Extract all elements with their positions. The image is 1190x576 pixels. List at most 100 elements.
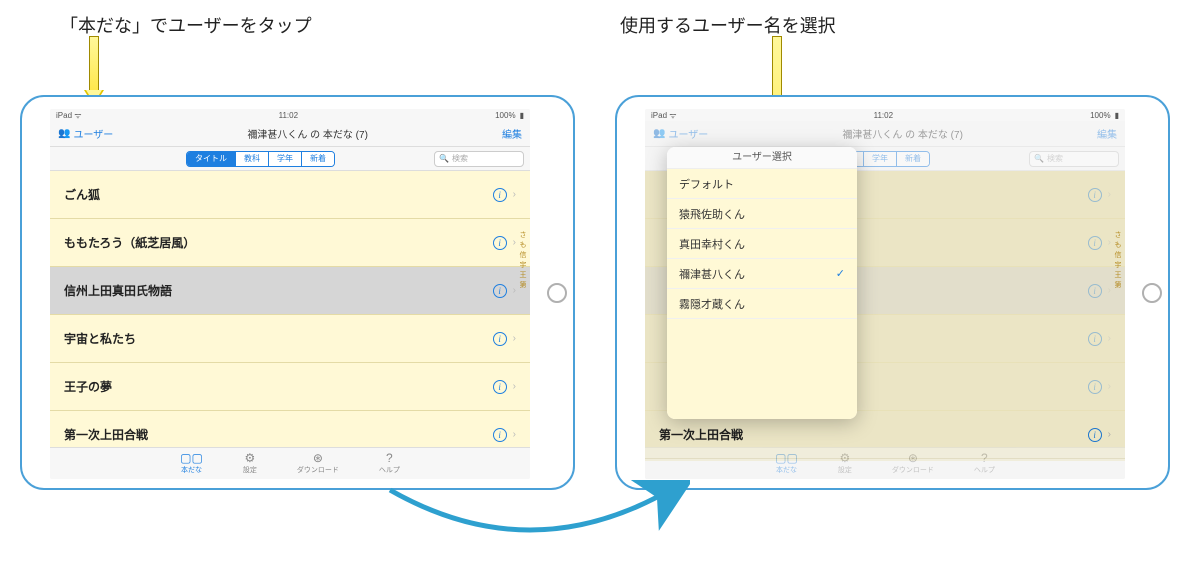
segment-1[interactable]: 教科 — [236, 152, 269, 166]
status-time: 11:02 — [279, 111, 298, 120]
screen-right: iPad ᯤ 11:02 100%▮ 👥 ユーザー 禰津甚八くん の 本だな (… — [645, 109, 1125, 479]
ipad-right: iPad ᯤ 11:02 100%▮ 👥 ユーザー 禰津甚八くん の 本だな (… — [615, 95, 1170, 490]
status-right: 100%▮ — [495, 111, 524, 120]
users-icon: 👥 — [653, 128, 665, 139]
tab-bar: ▢▢本だな ⚙設定 ⊛ダウンロード ?ヘルプ — [645, 447, 1125, 479]
caption-right: 使用するユーザー名を選択 — [620, 12, 836, 38]
tab-ヘルプ[interactable]: ?ヘルプ — [379, 452, 400, 475]
tab-icon: ? — [981, 452, 988, 464]
info-icon: i — [1088, 284, 1102, 298]
users-icon: 👥 — [58, 128, 70, 139]
list-item[interactable]: ごん狐 i › — [50, 171, 530, 219]
segment-0[interactable]: タイトル — [187, 152, 236, 166]
popover-list: デフォルト猿飛佐助くん真田幸村くん禰津甚八くん ✓ 霧隠才蔵くん — [667, 169, 857, 419]
list-item[interactable]: ももたろう（紙芝居風） i › — [50, 219, 530, 267]
info-icon[interactable]: i — [493, 380, 507, 394]
status-bar: iPad ᯤ 11:02 100%▮ — [645, 109, 1125, 121]
user-name: 禰津甚八くん — [679, 266, 745, 282]
chevron-right-icon: › — [1108, 429, 1111, 440]
info-icon: i — [1088, 236, 1102, 250]
book-title: 第一次上田合戦 — [64, 426, 148, 443]
segment-3[interactable]: 新着 — [897, 152, 929, 166]
tab-icon: ▢▢ — [775, 452, 798, 464]
tab-本だな[interactable]: ▢▢本だな — [775, 452, 798, 475]
book-title: 王子の夢 — [64, 378, 112, 395]
tab-bar: ▢▢本だな ⚙設定 ⊛ダウンロード ?ヘルプ — [50, 447, 530, 479]
list-item[interactable]: 王子の夢i› — [50, 363, 530, 411]
home-button[interactable] — [1142, 283, 1162, 303]
status-time: 11:02 — [874, 111, 893, 120]
tab-icon: ▢▢ — [180, 452, 203, 464]
nav-bar: 👥 ユーザー 禰津甚八くん の 本だな (7) 編集 — [645, 121, 1125, 147]
tab-icon: ⊛ — [908, 452, 918, 464]
tab-ダウンロード[interactable]: ⊛ダウンロード — [892, 452, 934, 475]
search-placeholder: 検索 — [1047, 153, 1063, 164]
transition-arrow — [370, 480, 690, 560]
info-icon[interactable]: i — [493, 188, 507, 202]
info-icon[interactable]: i — [493, 236, 507, 250]
status-device: iPad ᯤ — [651, 110, 677, 121]
filter-row: タイトル教科学年新着 🔍 検索 — [50, 147, 530, 171]
tab-ヘルプ[interactable]: ?ヘルプ — [974, 452, 995, 475]
user-option[interactable]: デフォルト — [667, 169, 857, 199]
tab-icon: ⊛ — [313, 452, 323, 464]
info-icon: i — [1088, 380, 1102, 394]
user-button[interactable]: 👥 ユーザー — [58, 126, 113, 141]
info-icon: i — [1088, 188, 1102, 202]
list-item[interactable]: 宇宙と私たち i › — [50, 315, 530, 363]
list-item[interactable]: 信州上田真田氏物語i› — [50, 267, 530, 315]
tab-設定[interactable]: ⚙設定 — [838, 452, 852, 475]
home-button[interactable] — [547, 283, 567, 303]
chevron-right-icon: › — [513, 429, 516, 440]
page-title: 禰津甚八くん の 本だな (7) — [842, 126, 963, 141]
tab-icon: ⚙ — [244, 452, 255, 464]
info-icon[interactable]: i — [493, 332, 507, 346]
info-icon[interactable]: i — [493, 428, 507, 442]
book-title: ごん狐 — [64, 186, 100, 203]
user-select-popover: ユーザー選択 デフォルト猿飛佐助くん真田幸村くん禰津甚八くん ✓ 霧隠才蔵くん — [667, 147, 857, 419]
tab-icon: ⚙ — [839, 452, 850, 464]
status-right: 100%▮ — [1090, 111, 1119, 120]
user-option[interactable]: 真田幸村くん — [667, 229, 857, 259]
tab-本だな[interactable]: ▢▢本だな — [180, 452, 203, 475]
index-bar[interactable]: さも信宇王第 — [1113, 231, 1123, 291]
search-input[interactable]: 🔍 検索 — [434, 151, 524, 167]
check-icon: ✓ — [836, 267, 845, 280]
search-icon: 🔍 — [439, 154, 449, 163]
info-icon[interactable]: i — [493, 284, 507, 298]
book-title: 宇宙と私たち — [64, 330, 136, 347]
book-title: ももたろう（紙芝居風） — [64, 234, 195, 251]
ipad-left: iPad ᯤ 11:02 100%▮ 👥 ユーザー 禰津甚八くん の 本だな (… — [20, 95, 575, 490]
segment-2[interactable]: 学年 — [269, 152, 302, 166]
nav-bar: 👥 ユーザー 禰津甚八くん の 本だな (7) 編集 — [50, 121, 530, 147]
chevron-right-icon: › — [513, 285, 516, 296]
user-name: デフォルト — [679, 176, 734, 192]
info-icon: i — [1088, 332, 1102, 346]
page-title: 禰津甚八くん の 本だな (7) — [247, 126, 368, 141]
tab-設定[interactable]: ⚙設定 — [243, 452, 257, 475]
chevron-right-icon: › — [513, 333, 516, 344]
book-title: 第一次上田合戦 — [659, 426, 743, 443]
popover-title: ユーザー選択 — [667, 147, 857, 169]
segmented-control[interactable]: タイトル教科学年新着 — [186, 151, 335, 167]
user-option[interactable]: 禰津甚八くん ✓ — [667, 259, 857, 289]
search-icon: 🔍 — [1034, 154, 1044, 163]
status-device: iPad ᯤ — [56, 110, 82, 121]
book-list[interactable]: ごん狐i›ももたろう（紙芝居風）i›信州上田真田氏物語i›宇宙と私たちi›王子の… — [50, 171, 530, 461]
search-placeholder: 検索 — [452, 153, 468, 164]
user-option[interactable]: 霧隠才蔵くん — [667, 289, 857, 319]
info-icon[interactable]: i — [1088, 428, 1102, 442]
edit-button[interactable]: 編集 — [502, 126, 522, 141]
status-bar: iPad ᯤ 11:02 100%▮ — [50, 109, 530, 121]
tab-ダウンロード[interactable]: ⊛ダウンロード — [297, 452, 339, 475]
chevron-right-icon: › — [513, 237, 516, 248]
user-option[interactable]: 猿飛佐助くん — [667, 199, 857, 229]
index-bar[interactable]: さも信宇王第 — [518, 231, 528, 291]
chevron-right-icon: › — [513, 189, 516, 200]
segment-3[interactable]: 新着 — [302, 152, 334, 166]
user-button[interactable]: 👥 ユーザー — [653, 126, 708, 141]
tab-icon: ? — [386, 452, 393, 464]
edit-button[interactable]: 編集 — [1097, 126, 1117, 141]
search-input[interactable]: 🔍 検索 — [1029, 151, 1119, 167]
segment-2[interactable]: 学年 — [864, 152, 897, 166]
